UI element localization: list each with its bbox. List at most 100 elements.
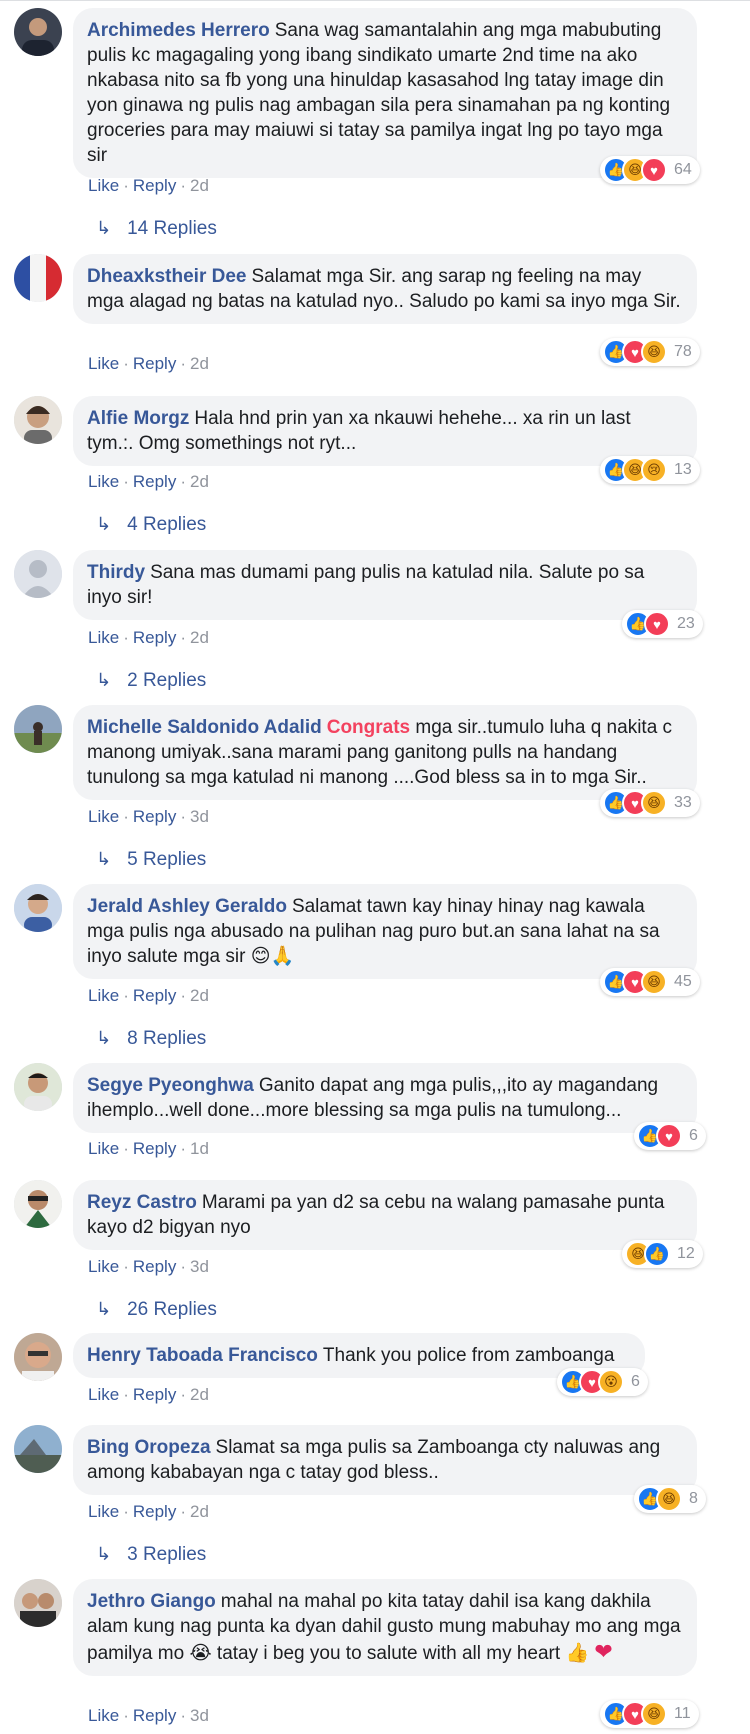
comment-time[interactable]: 2d — [190, 1502, 209, 1521]
comment-text: Sana wag samantalahin ang mga mabubuting… — [87, 20, 671, 166]
separator: · — [180, 472, 186, 491]
like-link[interactable]: Like — [88, 807, 119, 826]
comment-author[interactable]: Thirdy — [87, 562, 145, 583]
comment-bubble: Dheaxkstheir Dee Salamat mga Sir. ang sar… — [73, 254, 697, 324]
like-link[interactable]: Like — [88, 1257, 119, 1276]
comment-bubble: Segye Pyeonghwa Ganito dapat ang mga puli… — [73, 1063, 697, 1133]
reaction-summary[interactable]: 👍 😆 8 — [634, 1485, 706, 1513]
avatar[interactable] — [14, 1579, 62, 1627]
replies-count: 3 Replies — [127, 1544, 207, 1565]
comment-author[interactable]: Reyz Castro — [87, 1192, 197, 1213]
reaction-summary[interactable]: 👍 ♥ 6 — [634, 1122, 706, 1150]
heart-emoji: ❤ — [594, 1639, 613, 1664]
reaction-count: 8 — [689, 1490, 698, 1507]
reply-link[interactable]: Reply — [133, 472, 176, 491]
comment-actions: Like · Reply · 2d — [88, 628, 209, 648]
comment-time[interactable]: 2d — [190, 354, 209, 373]
separator: · — [123, 807, 129, 826]
reaction-summary[interactable]: 👍 😆 ♥ 64 — [600, 156, 700, 184]
reply-link[interactable]: Reply — [133, 1139, 176, 1158]
comment-author[interactable]: Henry Taboada Francisco — [87, 1345, 318, 1366]
comment-author[interactable]: Jerald Ashley Geraldo — [87, 896, 287, 917]
reply-link[interactable]: Reply — [133, 1257, 176, 1276]
comment-time[interactable]: 3d — [190, 1706, 209, 1725]
like-link[interactable]: Like — [88, 354, 119, 373]
comment-text-continued: tatay i beg you to salute with all my he… — [216, 1643, 561, 1664]
comment-time[interactable]: 3d — [190, 1257, 209, 1276]
reply-link[interactable]: Reply — [133, 1706, 176, 1725]
avatar[interactable] — [14, 1063, 62, 1111]
comment-author[interactable]: Alfie Morgz — [87, 408, 189, 429]
separator: · — [180, 807, 186, 826]
like-link[interactable]: Like — [88, 1706, 119, 1725]
comment-time[interactable]: 2d — [190, 472, 209, 491]
view-replies-link[interactable]: ↳ 2 Replies — [96, 670, 206, 692]
comment-time[interactable]: 2d — [190, 986, 209, 1005]
avatar[interactable] — [14, 705, 62, 753]
avatar[interactable] — [14, 396, 62, 444]
reaction-summary[interactable]: 👍 ♥ 😆 45 — [600, 968, 700, 996]
separator: · — [180, 1706, 186, 1725]
reply-link[interactable]: Reply — [133, 354, 176, 373]
reply-link[interactable]: Reply — [133, 1502, 176, 1521]
comment-author[interactable]: Michelle Saldonido Adalid — [87, 717, 322, 738]
avatar[interactable] — [14, 550, 62, 598]
reply-link[interactable]: Reply — [133, 986, 176, 1005]
separator: · — [123, 472, 129, 491]
reply-link[interactable]: Reply — [133, 628, 176, 647]
avatar[interactable] — [14, 1180, 62, 1228]
like-link[interactable]: Like — [88, 472, 119, 491]
reply-link[interactable]: Reply — [133, 807, 176, 826]
separator: · — [180, 1139, 186, 1158]
separator: · — [123, 986, 129, 1005]
view-replies-link[interactable]: ↳ 26 Replies — [96, 1299, 217, 1321]
view-replies-link[interactable]: ↳ 8 Replies — [96, 1028, 206, 1050]
comment-actions: Like · Reply · 2d — [88, 1502, 209, 1522]
reaction-summary[interactable]: 👍 ♥ 😆 11 — [600, 1700, 699, 1728]
view-replies-link[interactable]: ↳ 3 Replies — [96, 1544, 206, 1566]
reaction-summary[interactable]: 👍 ♥ 😆 33 — [600, 789, 700, 817]
avatar[interactable] — [14, 8, 62, 56]
comment-bubble: Jerald Ashley Geraldo Salamat tawn kay hi… — [73, 884, 697, 979]
avatar[interactable] — [14, 254, 62, 302]
comment-author[interactable]: Archimedes Herrero — [87, 20, 270, 41]
comment-bubble: Jethro Giango mahal na mahal po kita tata… — [73, 1579, 697, 1676]
like-link[interactable]: Like — [88, 1385, 119, 1404]
reaction-summary[interactable]: 👍 😆 😢 13 — [600, 456, 700, 484]
like-link[interactable]: Like — [88, 1502, 119, 1521]
comment-author[interactable]: Bing Oropeza — [87, 1437, 211, 1458]
comment-author[interactable]: Dheaxkstheir Dee — [87, 266, 246, 287]
reaction-count: 6 — [631, 1373, 640, 1390]
view-replies-link[interactable]: ↳ 5 Replies — [96, 849, 206, 871]
comment-author[interactable]: Jethro Giango — [87, 1591, 216, 1612]
comment-actions: Like · Reply · 3d — [88, 1257, 209, 1277]
separator: · — [123, 1385, 129, 1404]
comment-time[interactable]: 2d — [190, 1385, 209, 1404]
replies-count: 2 Replies — [127, 670, 207, 691]
like-link[interactable]: Like — [88, 628, 119, 647]
reaction-summary[interactable]: 👍 ♥ 😮 6 — [557, 1368, 648, 1396]
reaction-count: 64 — [674, 161, 692, 178]
like-link[interactable]: Like — [88, 176, 119, 195]
avatar[interactable] — [14, 884, 62, 932]
reaction-summary[interactable]: 👍 ♥ 😆 78 — [600, 338, 700, 366]
reply-link[interactable]: Reply — [133, 1385, 176, 1404]
comment-time[interactable]: 1d — [190, 1139, 209, 1158]
reply-arrow-icon: ↳ — [96, 849, 112, 869]
comment-author[interactable]: Segye Pyeonghwa — [87, 1075, 254, 1096]
reply-link[interactable]: Reply — [133, 176, 176, 195]
comment-time[interactable]: 3d — [190, 807, 209, 826]
like-link[interactable]: Like — [88, 986, 119, 1005]
comment-time[interactable]: 2d — [190, 176, 209, 195]
reply-arrow-icon: ↳ — [96, 670, 112, 690]
comment-time[interactable]: 2d — [190, 628, 209, 647]
reaction-summary[interactable]: 😆 👍 12 — [622, 1240, 703, 1268]
like-link[interactable]: Like — [88, 1139, 119, 1158]
view-replies-link[interactable]: ↳ 4 Replies — [96, 514, 206, 536]
reaction-summary[interactable]: 👍 ♥ 23 — [622, 610, 703, 638]
avatar[interactable] — [14, 1333, 62, 1381]
view-replies-link[interactable]: ↳ 14 Replies — [96, 218, 217, 240]
avatar[interactable] — [14, 1425, 62, 1473]
reaction-count: 13 — [674, 461, 692, 478]
comment-actions: Like · Reply · 2d — [88, 176, 209, 196]
